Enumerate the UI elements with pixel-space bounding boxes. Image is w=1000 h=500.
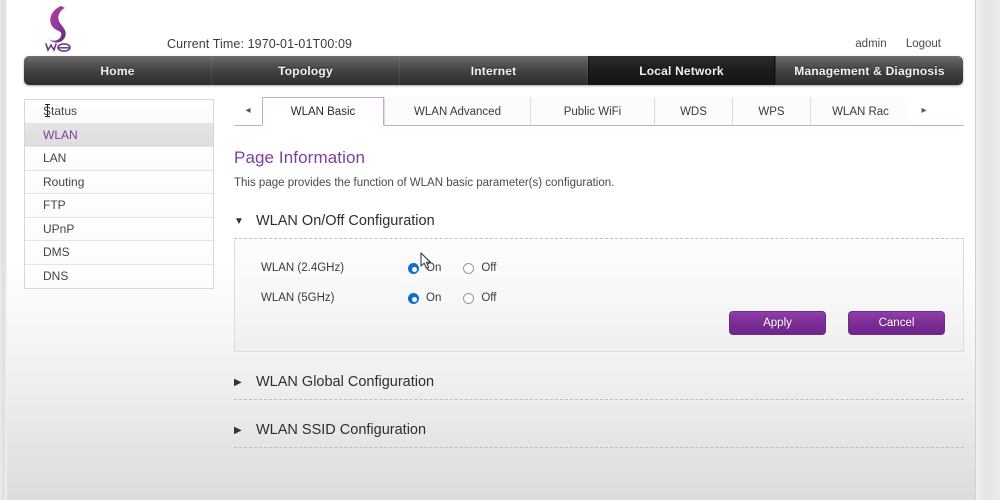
form-row-wlan-24ghz: WLAN (2.4GHz) On Off bbox=[261, 256, 943, 280]
sidebar-item-status[interactable]: Status bbox=[25, 100, 213, 124]
radio-wlan-24ghz-on[interactable]: On bbox=[408, 262, 441, 274]
radio-off-icon[interactable] bbox=[463, 292, 475, 304]
apply-button[interactable]: Apply bbox=[729, 311, 826, 335]
radio-on-icon[interactable] bbox=[408, 262, 419, 274]
sidebar-item-upnp[interactable]: UPnP bbox=[25, 217, 213, 241]
section-header-wlan-ssid[interactable]: ▶ WLAN SSID Configuration bbox=[234, 422, 964, 448]
radio-off-label: Off bbox=[481, 262, 497, 274]
sub-tab-bar: ◂ WLAN Basic WLAN Advanced Public WiFi W… bbox=[234, 96, 964, 126]
page-header: Current Time: 1970-01-01T00:09 admin Log… bbox=[7, 0, 975, 56]
tab-wds[interactable]: WDS bbox=[654, 97, 732, 125]
cancel-button[interactable]: Cancel bbox=[848, 311, 945, 335]
radio-wlan-24ghz-off[interactable]: Off bbox=[463, 262, 496, 274]
radio-off-label: Off bbox=[481, 292, 497, 304]
chevron-right-icon[interactable]: ▶ bbox=[234, 425, 256, 436]
nav-item-topology[interactable]: Topology bbox=[212, 56, 400, 85]
sidebar-item-ftp[interactable]: FTP bbox=[25, 194, 213, 218]
page-title: Page Information bbox=[234, 148, 366, 167]
radio-on-label: On bbox=[426, 262, 442, 274]
section-wlan-ssid: ▶ WLAN SSID Configuration bbox=[234, 422, 964, 448]
window-left-edge bbox=[0, 0, 7, 500]
radio-group-wlan-24ghz: On Off bbox=[408, 262, 518, 274]
label-wlan-5ghz: WLAN (5GHz) bbox=[261, 292, 335, 304]
section-label-wlan-global: WLAN Global Configuration bbox=[256, 374, 435, 390]
window-right-edge bbox=[975, 0, 1000, 500]
radio-group-wlan-5ghz: On Off bbox=[408, 292, 518, 304]
tab-wlan-rac[interactable]: WLAN Rac bbox=[810, 97, 910, 125]
tab-public-wifi[interactable]: Public WiFi bbox=[530, 97, 654, 125]
nav-item-management-diagnosis[interactable]: Management & Diagnosis bbox=[776, 56, 963, 85]
router-admin-page: Current Time: 1970-01-01T00:09 admin Log… bbox=[7, 0, 975, 500]
sidebar: Status WLAN LAN Routing FTP UPnP DMS DNS bbox=[24, 99, 214, 289]
sidebar-item-routing[interactable]: Routing bbox=[25, 170, 213, 194]
sidebar-item-wlan[interactable]: WLAN bbox=[25, 123, 213, 147]
admin-user-link[interactable]: admin bbox=[855, 38, 886, 50]
tab-wps[interactable]: WPS bbox=[732, 97, 810, 125]
section-wlan-global: ▶ WLAN Global Configuration bbox=[234, 374, 964, 400]
section-header-wlan-global[interactable]: ▶ WLAN Global Configuration bbox=[234, 374, 964, 400]
chevron-right-icon[interactable]: ▶ bbox=[234, 377, 256, 388]
section-header-wlan-onoff[interactable]: ▼ WLAN On/Off Configuration bbox=[234, 213, 964, 239]
sidebar-item-lan[interactable]: LAN bbox=[25, 147, 213, 171]
radio-on-icon[interactable] bbox=[408, 292, 419, 304]
nav-item-internet[interactable]: Internet bbox=[400, 56, 588, 85]
nav-item-home[interactable]: Home bbox=[24, 56, 212, 85]
radio-on-label: On bbox=[426, 292, 442, 304]
sidebar-item-dns[interactable]: DNS bbox=[25, 264, 213, 288]
nav-item-local-network[interactable]: Local Network bbox=[588, 56, 776, 85]
wlan-onoff-panel: WLAN (2.4GHz) On Off WLAN (5GHz) On Off … bbox=[234, 240, 964, 352]
sidebar-item-dms[interactable]: DMS bbox=[25, 241, 213, 265]
text-caret-icon bbox=[45, 104, 50, 117]
form-row-wlan-5ghz: WLAN (5GHz) On Off bbox=[261, 286, 943, 310]
label-wlan-24ghz: WLAN (2.4GHz) bbox=[261, 262, 345, 274]
logout-link[interactable]: Logout bbox=[906, 38, 941, 50]
tab-wlan-advanced[interactable]: WLAN Advanced bbox=[384, 97, 530, 125]
tab-wlan-basic[interactable]: WLAN Basic bbox=[262, 97, 384, 126]
current-time-label: Current Time: 1970-01-01T00:09 bbox=[167, 37, 353, 51]
radio-wlan-5ghz-on[interactable]: On bbox=[408, 292, 441, 304]
tabs-prev-arrow-icon[interactable]: ◂ bbox=[234, 96, 262, 125]
section-label-wlan-ssid: WLAN SSID Configuration bbox=[256, 422, 427, 438]
radio-off-icon[interactable] bbox=[463, 262, 475, 274]
we-logo bbox=[31, 2, 83, 54]
page-description: This page provides the function of WLAN … bbox=[234, 177, 615, 189]
account-links: admin Logout bbox=[839, 38, 941, 50]
chevron-down-icon[interactable]: ▼ bbox=[234, 216, 256, 227]
tabs-next-arrow-icon[interactable]: ▸ bbox=[910, 96, 938, 125]
section-label-wlan-onoff: WLAN On/Off Configuration bbox=[256, 213, 435, 229]
panel-actions: Apply Cancel bbox=[729, 311, 945, 335]
section-wlan-onoff: ▼ WLAN On/Off Configuration WLAN (2.4GHz… bbox=[234, 213, 964, 352]
main-navigation: Home Topology Internet Local Network Man… bbox=[24, 56, 963, 85]
content-area: ◂ WLAN Basic WLAN Advanced Public WiFi W… bbox=[234, 96, 964, 448]
radio-wlan-5ghz-off[interactable]: Off bbox=[463, 292, 496, 304]
